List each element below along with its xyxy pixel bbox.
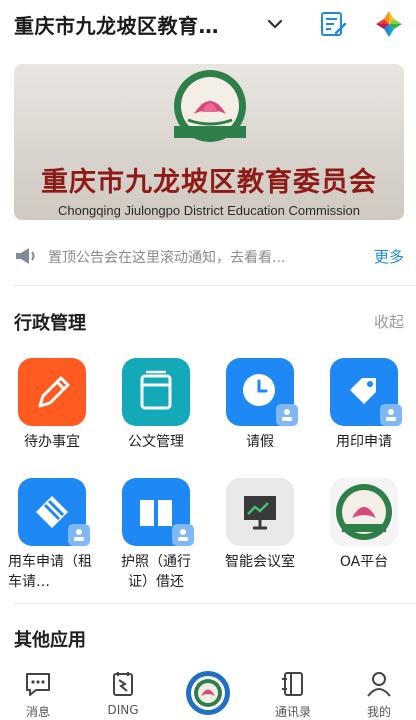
app-todo[interactable]: 待办事宜 [0,358,104,458]
colorful-logo-icon[interactable] [374,9,404,39]
education-emblem-icon [174,70,246,142]
workbench-screen: 重庆市九龙坡区教育… 重庆市九龙坡区教育委员会 Chongqing Jiulon… [0,0,416,720]
approval-badge-icon [68,524,90,546]
collapse-button[interactable]: 收起 [374,311,404,332]
app-label: 请假 [246,434,274,450]
banner-subtitle: Chongqing Jiulongpo District Education C… [57,203,361,218]
edit-list-icon[interactable] [318,9,348,39]
app-smart-meeting-room[interactable]: 智能会议室 [208,478,312,578]
section-title-admin: 行政管理 [14,313,86,334]
approval-badge-icon [276,404,298,426]
chevron-down-icon[interactable] [263,14,287,34]
nav-item-org-home[interactable] [185,670,231,716]
app-label: OA平台 [339,554,389,570]
app-oa-platform[interactable]: OA平台 [312,478,416,578]
document-stack-icon [122,358,190,426]
nav-item-mine[interactable]: 我的 [344,668,414,720]
nav-label: 通讯录 [274,705,311,719]
notice-more-link[interactable]: 更多 [374,246,404,267]
org-emblem-icon [330,478,398,546]
banner-image[interactable]: 重庆市九龙坡区教育委员会 Chongqing Jiulongpo Distric… [14,64,404,220]
app-passport-borrow[interactable]: 护照（通行证）借还 [104,478,208,598]
divider [14,285,416,286]
app-document-management[interactable]: 公文管理 [104,358,208,458]
notice-bar[interactable]: 置顶公告会在这里滚动通知，去看看... 更多 [14,242,404,270]
nav-item-contacts[interactable]: 通讯录 [258,668,328,720]
app-label: 待办事宜 [24,434,80,450]
divider [14,603,416,604]
nav-label: 消息 [25,705,50,719]
app-label: 用印申请 [336,434,392,450]
nav-item-messages[interactable]: 消息 [3,668,73,720]
notice-text: 置顶公告会在这里滚动通知，去看看... [48,250,286,266]
contacts-icon [282,672,303,696]
ding-icon [113,672,133,696]
approval-badge-icon [380,404,402,426]
approval-badge-icon [172,524,194,546]
app-label: 用车申请（租车请… [8,554,92,590]
nav-item-ding[interactable]: DING [88,668,158,720]
person-icon [367,672,391,697]
section-title-other: 其他应用 [14,630,86,651]
app-label: 公文管理 [128,434,184,450]
app-label: 护照（通行证）借还 [121,554,191,590]
nav-label: DING [107,703,139,717]
app-car-request[interactable]: 用车申请（租车请… [0,478,104,598]
banner-title: 重庆市九龙坡区教育委员会 [41,167,377,198]
presentation-board-icon [226,478,294,546]
message-icon [26,673,50,696]
nav-label: 我的 [366,705,391,719]
org-title[interactable]: 重庆市九龙坡区教育… [14,10,219,39]
megaphone-icon [16,248,35,264]
app-leave[interactable]: 请假 [208,358,312,458]
pencil-icon [18,358,86,426]
top-header: 重庆市九龙坡区教育… [0,0,416,50]
app-seal-request[interactable]: 用印申请 [312,358,416,458]
app-label: 智能会议室 [225,554,295,570]
